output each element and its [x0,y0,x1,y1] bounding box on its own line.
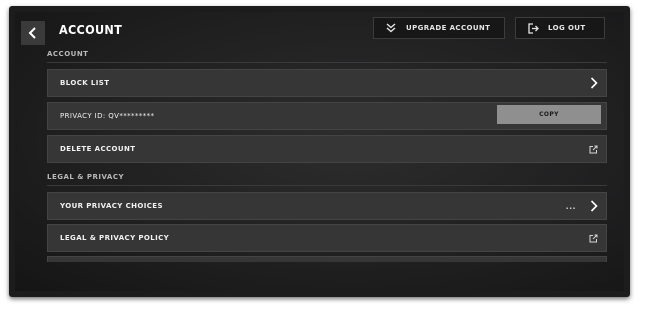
account-screen: ACCOUNT UPGRADE ACCOUNT LOG OUT ACCOUNT [15,12,624,291]
section-divider [47,62,607,63]
delete-account-row[interactable]: DELETE ACCOUNT [47,135,607,163]
block-list-label: BLOCK LIST [60,79,110,87]
logout-icon [522,22,544,34]
upgrade-account-button[interactable]: UPGRADE ACCOUNT [373,17,505,39]
external-link-icon [589,145,598,153]
privacy-choices-row[interactable]: YOUR PRIVACY CHOICES ... [47,192,607,220]
copy-button[interactable]: COPY [497,105,601,124]
chevron-left-icon [28,27,36,39]
section-divider [47,185,607,186]
section-heading-legal: LEGAL & PRIVACY [47,173,125,181]
chevron-right-icon [590,200,598,212]
delete-account-label: DELETE ACCOUNT [60,145,136,153]
back-button[interactable] [21,21,45,45]
log-out-label: LOG OUT [548,24,586,32]
block-list-row[interactable]: BLOCK LIST [47,69,607,97]
list-item-partial [47,256,607,262]
app-frame: ACCOUNT UPGRADE ACCOUNT LOG OUT ACCOUNT [9,6,630,297]
page-title: ACCOUNT [59,22,123,37]
privacy-id-row: PRIVACY ID: QV********* COPY [47,102,607,130]
log-out-button[interactable]: LOG OUT [515,17,605,39]
chevron-right-icon [590,77,598,89]
external-link-icon [589,234,598,242]
privacy-policy-label: LEGAL & PRIVACY POLICY [60,234,170,242]
privacy-policy-row[interactable]: LEGAL & PRIVACY POLICY [47,224,607,252]
privacy-choices-label: YOUR PRIVACY CHOICES [60,202,163,210]
section-heading-account: ACCOUNT [47,50,89,58]
privacy-choices-ellipsis: ... [565,201,576,211]
double-chevron-down-icon [380,23,402,33]
upgrade-account-label: UPGRADE ACCOUNT [406,24,491,32]
